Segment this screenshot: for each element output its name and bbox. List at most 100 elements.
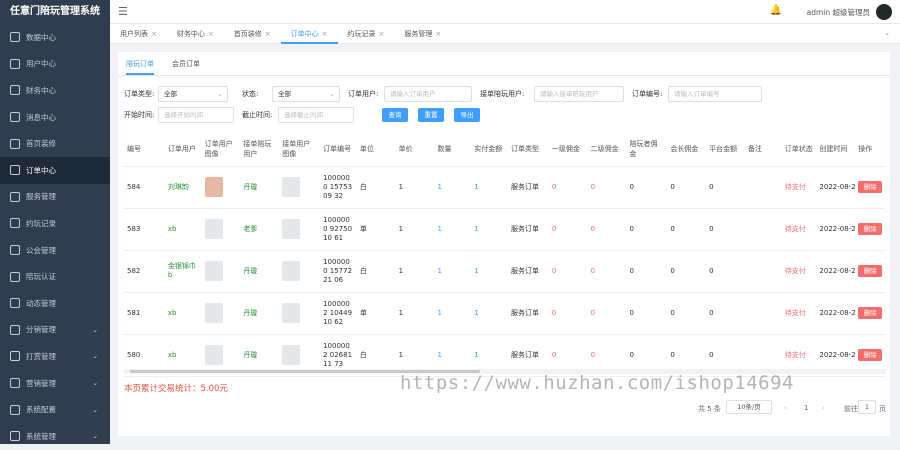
- cell-taker[interactable]: 老爹: [243, 225, 257, 233]
- avatar-thumbnail[interactable]: [204, 177, 223, 197]
- order-user-input[interactable]: 请输入订单用户: [384, 86, 472, 102]
- sidebar-item[interactable]: 订单中心: [0, 156, 110, 184]
- close-icon[interactable]: ×: [208, 30, 214, 38]
- delete-button[interactable]: 删除: [858, 307, 883, 319]
- status-select[interactable]: 全部 ⌄: [272, 86, 340, 102]
- sidebar-item[interactable]: 动态管理: [0, 290, 110, 317]
- user-name[interactable]: admin 超级管理员: [807, 7, 870, 18]
- goto-page-input[interactable]: 1: [858, 400, 876, 414]
- delete-button[interactable]: 删除: [858, 181, 883, 193]
- close-icon[interactable]: ×: [265, 30, 271, 38]
- table-cell: 1: [471, 208, 508, 251]
- sidebar-item[interactable]: 约玩记录: [0, 210, 110, 237]
- menu-toggle-icon[interactable]: ☰: [118, 5, 128, 18]
- delete-button[interactable]: 删除: [858, 349, 883, 361]
- tab-item[interactable]: 约玩记录 ×: [338, 24, 395, 44]
- cell-taker[interactable]: 丹璇: [243, 309, 257, 317]
- delete-button[interactable]: 删除: [858, 265, 883, 277]
- sidebar-item-label: 陪玩认证: [26, 272, 56, 282]
- orders-table: 编号 订单用户 订单用户图像 接单陪玩用户 接单用户图像 订单编号 单位 单价 数量 实付金额 订单…: [124, 132, 886, 377]
- tab-item[interactable]: 用户列表 ×: [110, 24, 167, 44]
- cell-taker[interactable]: 丹璇: [243, 183, 257, 191]
- cell-user[interactable]: 刘琳韵: [168, 183, 189, 191]
- tab-item[interactable]: 服务管理 ×: [394, 24, 451, 44]
- sidebar-item[interactable]: 首页装修: [0, 130, 110, 157]
- next-page-icon[interactable]: ›: [822, 404, 825, 412]
- table-cell: 待支付: [781, 292, 817, 335]
- close-icon[interactable]: ×: [435, 30, 441, 38]
- cell-user[interactable]: 金银锦巾 b: [168, 262, 196, 279]
- table-cell: 1: [395, 166, 435, 209]
- avatar-thumbnail[interactable]: [282, 345, 301, 365]
- sidebar-item[interactable]: 分销管理 ⌄: [0, 317, 110, 344]
- cell-unit: 白: [359, 266, 367, 275]
- tab-item[interactable]: 首页装修 ×: [224, 24, 281, 44]
- table-cell: 1: [434, 292, 472, 335]
- bell-icon[interactable]: 🔔: [770, 5, 782, 16]
- sidebar-item[interactable]: 服务管理: [0, 184, 110, 211]
- avatar-thumbnail[interactable]: [204, 261, 223, 281]
- cell-user[interactable]: xb: [168, 309, 177, 317]
- menu-icon: [10, 404, 20, 415]
- table-cell: 0: [626, 166, 668, 209]
- cell-type: 服务订单: [511, 308, 539, 317]
- order-type-select[interactable]: 全部 ⌄: [158, 86, 228, 102]
- order-no-input[interactable]: 请输入订单编号: [668, 86, 762, 102]
- sidebar-item[interactable]: 系统配置 ⌄: [0, 396, 110, 423]
- app-title: 任意门陪玩管理系统: [10, 6, 100, 17]
- cell-qty: 1: [437, 224, 442, 233]
- sidebar-item[interactable]: 消息中心: [0, 104, 110, 131]
- sidebar-item[interactable]: 数据中心: [0, 24, 110, 51]
- tab-item[interactable]: 财务中心 ×: [167, 24, 224, 44]
- sidebar: 任意门陪玩管理系统 数据中心 用户中心 财务中心 消息中心 首页装修 订单中心 服务管理 约玩…: [0, 0, 110, 444]
- sidebar-item[interactable]: 营销管理 ⌄: [0, 370, 110, 397]
- start-time-input[interactable]: 选择开始时间: [158, 107, 234, 123]
- avatar-thumbnail[interactable]: [282, 303, 301, 323]
- close-icon[interactable]: ×: [322, 30, 328, 38]
- cell-user[interactable]: xb: [168, 351, 177, 359]
- avatar-thumbnail[interactable]: [204, 219, 223, 239]
- sidebar-item[interactable]: 陪玩认证: [0, 263, 110, 290]
- total-count: 共 5 条: [698, 405, 721, 413]
- close-icon[interactable]: ×: [151, 30, 157, 38]
- cell-taker[interactable]: 丹璇: [243, 351, 257, 359]
- sidebar-item[interactable]: 财务中心: [0, 77, 110, 104]
- avatar-thumbnail[interactable]: [282, 261, 301, 281]
- subtab-companion-orders[interactable]: 陪玩订单: [126, 52, 154, 75]
- cell-c3: 0: [629, 224, 634, 233]
- table-cell: 1000000 1577221 06: [320, 250, 357, 293]
- current-page[interactable]: 1: [804, 404, 808, 412]
- chevron-down-icon[interactable]: ⌄: [884, 29, 890, 37]
- sidebar-item[interactable]: 打赏管理 ⌄: [0, 343, 110, 370]
- cell-paid: 1: [474, 350, 479, 359]
- menu-icon: [10, 298, 20, 309]
- delete-button[interactable]: 删除: [858, 223, 883, 235]
- tab-item[interactable]: 订单中心 ×: [280, 24, 338, 44]
- table-row: 584 刘琳韵 丹璇 1000000 1575309 32 白 1 1 1 服务订单 0 0 0 0 0 待…: [124, 166, 886, 209]
- search-button[interactable]: 查询: [382, 108, 408, 122]
- sidebar-item-label: 分销管理: [26, 325, 56, 335]
- page-size-select[interactable]: 10条/页: [726, 400, 772, 414]
- subtab-member-orders[interactable]: 会员订单: [172, 52, 200, 75]
- prev-page-icon[interactable]: ‹: [784, 404, 787, 412]
- sidebar-item[interactable]: 公会管理: [0, 237, 110, 264]
- menu-icon: [10, 191, 20, 202]
- avatar-thumbnail[interactable]: [282, 219, 301, 239]
- cell-user[interactable]: xb: [168, 225, 177, 233]
- table-cell: 2022-08-2: [816, 208, 856, 251]
- table-cell: 服务订单: [508, 292, 549, 335]
- end-time-input[interactable]: 选择截止时间: [278, 107, 354, 123]
- avatar-thumbnail[interactable]: [204, 303, 223, 323]
- avatar-thumbnail[interactable]: [204, 345, 223, 365]
- cell-taker[interactable]: 丹璇: [243, 267, 257, 275]
- close-icon[interactable]: ×: [379, 30, 385, 38]
- taker-input[interactable]: 请输入接单陪玩用户: [534, 86, 624, 102]
- sidebar-item[interactable]: 系统管理 ⌄: [0, 423, 110, 450]
- avatar[interactable]: [876, 4, 892, 20]
- sidebar-item[interactable]: 用户中心: [0, 51, 110, 78]
- export-button[interactable]: 导出: [454, 108, 480, 122]
- reset-button[interactable]: 重置: [418, 108, 444, 122]
- cell-c1: 0: [551, 224, 557, 233]
- cell-c4: 0: [670, 224, 675, 233]
- avatar-thumbnail[interactable]: [282, 177, 301, 197]
